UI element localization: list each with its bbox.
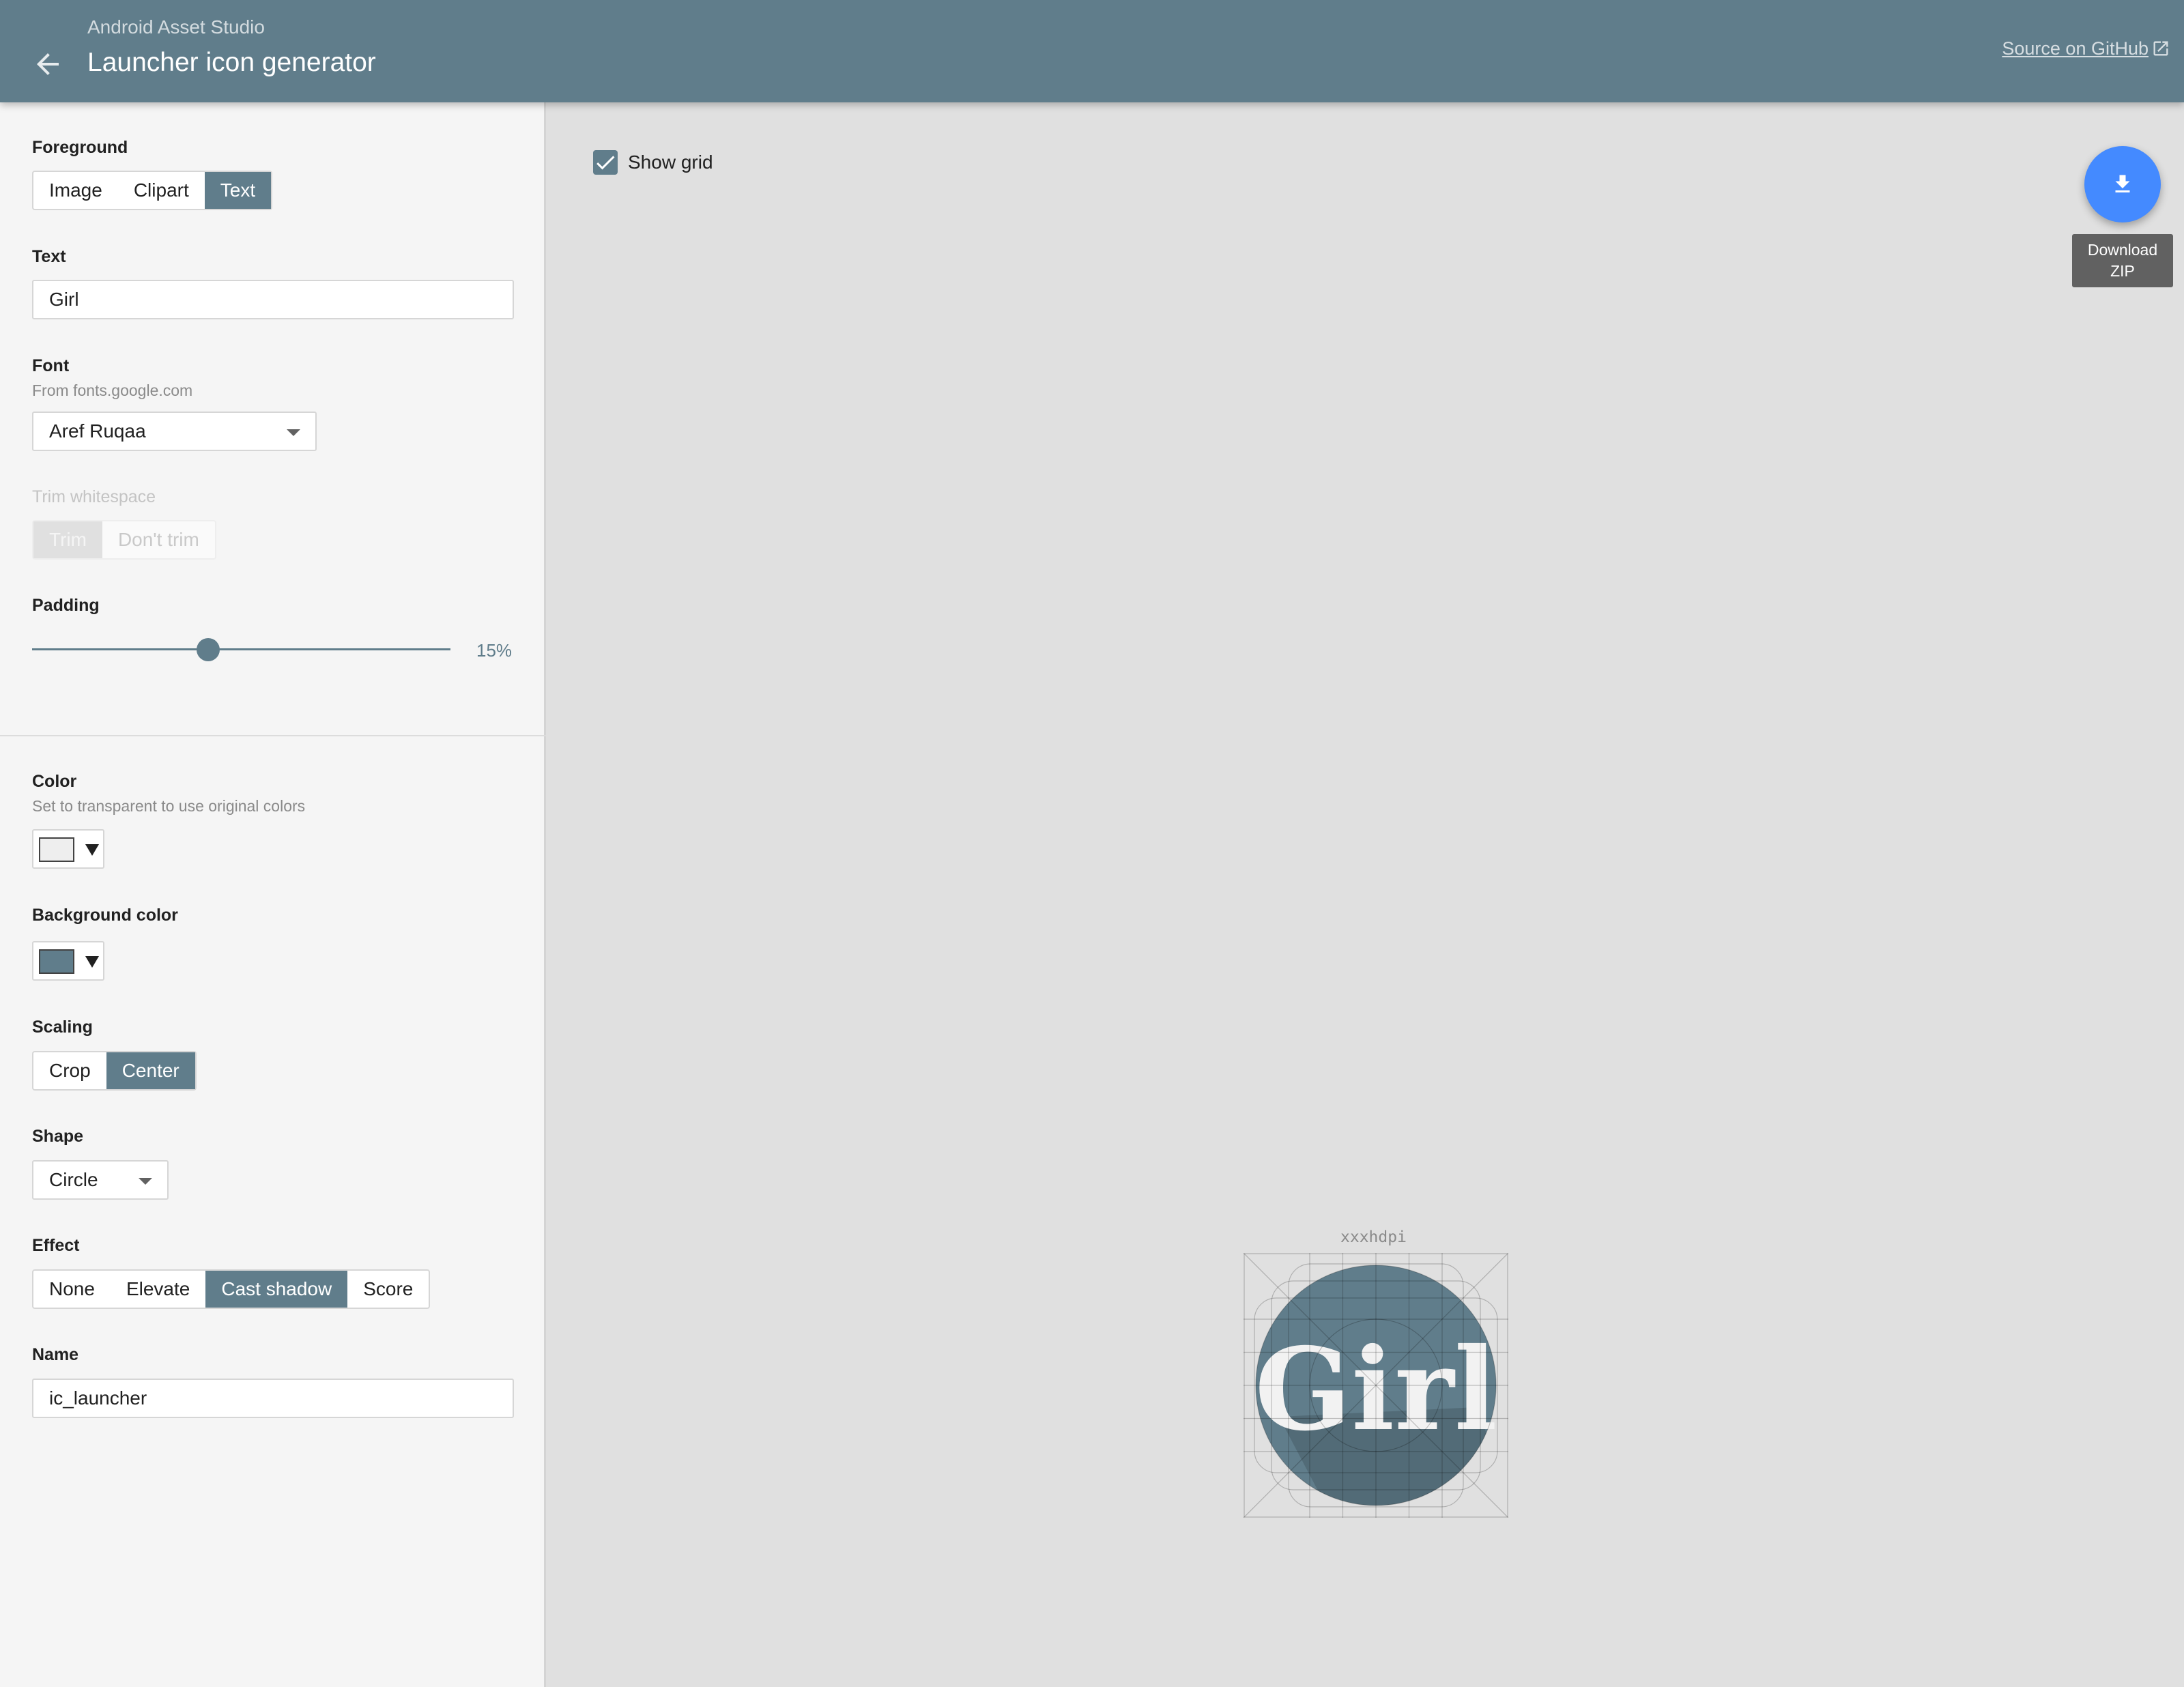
color-picker-button[interactable] xyxy=(32,829,104,869)
check-icon xyxy=(597,156,615,170)
open-in-new-icon[interactable] xyxy=(2151,39,2170,58)
padding-value: 15% xyxy=(476,640,513,661)
font-select[interactable]: Aref Ruqaa xyxy=(32,412,317,451)
trim-option-trim: Trim xyxy=(33,521,102,558)
padding-slider-track[interactable] xyxy=(32,648,450,650)
dropdown-caret-icon xyxy=(287,429,300,436)
color-label: Color xyxy=(32,772,77,791)
scaling-option-crop[interactable]: Crop xyxy=(33,1052,106,1089)
background-color-picker-button[interactable] xyxy=(32,941,104,981)
font-label: Font xyxy=(32,356,70,375)
foreground-option-clipart[interactable]: Clipart xyxy=(118,172,205,209)
scaling-label: Scaling xyxy=(32,1018,93,1037)
scaling-option-center[interactable]: Center xyxy=(106,1052,195,1089)
icon-preview: Girl xyxy=(1244,1253,1508,1518)
effect-option-score[interactable]: Score xyxy=(347,1271,429,1308)
options-sidebar: Foreground Image Clipart Text Text Girl … xyxy=(0,102,546,1687)
page-title: Launcher icon generator xyxy=(87,48,376,77)
padding-slider-thumb[interactable] xyxy=(197,638,220,661)
back-arrow-icon[interactable] xyxy=(31,48,64,81)
background-color-swatch xyxy=(39,949,74,974)
density-label: xxxhdpi xyxy=(1340,1228,1407,1246)
scaling-toggle: Crop Center xyxy=(32,1051,197,1091)
shape-select-value: Circle xyxy=(49,1169,98,1190)
effect-toggle: None Elevate Cast shadow Score xyxy=(32,1269,431,1309)
app-subtitle: Android Asset Studio xyxy=(87,16,265,38)
keyline-grid xyxy=(1244,1253,1508,1518)
foreground-label: Foreground xyxy=(32,138,128,157)
github-source-link[interactable]: Source on GitHub xyxy=(2002,38,2149,59)
dropdown-caret-icon xyxy=(139,1178,152,1185)
foreground-toggle: Image Clipart Text xyxy=(32,171,273,210)
download-tooltip-line1: Download xyxy=(2087,241,2158,259)
trim-toggle: Trim Don't trim xyxy=(32,520,216,560)
shape-select[interactable]: Circle xyxy=(32,1160,169,1200)
foreground-option-text[interactable]: Text xyxy=(204,172,272,209)
download-zip-button[interactable] xyxy=(2084,146,2161,222)
effect-label: Effect xyxy=(32,1236,80,1255)
section-divider xyxy=(0,735,546,736)
effect-option-none[interactable]: None xyxy=(33,1271,111,1308)
dropdown-triangle-icon xyxy=(85,844,99,856)
text-label: Text xyxy=(32,247,66,266)
shape-label: Shape xyxy=(32,1127,84,1146)
download-icon xyxy=(2115,175,2130,192)
app-header: Android Asset Studio Launcher icon gener… xyxy=(0,0,2184,102)
name-label: Name xyxy=(32,1345,79,1364)
background-color-label: Background color xyxy=(32,906,178,925)
padding-label: Padding xyxy=(32,596,100,615)
effect-option-elevate[interactable]: Elevate xyxy=(111,1271,205,1308)
show-grid-checkbox[interactable] xyxy=(593,150,618,175)
download-tooltip-line2: ZIP xyxy=(2110,262,2135,280)
font-hint: From fonts.google.com xyxy=(32,381,193,399)
trim-whitespace-label: Trim whitespace xyxy=(32,487,156,506)
show-grid-label: Show grid xyxy=(628,152,713,173)
dropdown-triangle-icon xyxy=(85,956,99,968)
color-hint: Set to transparent to use original color… xyxy=(32,797,306,815)
text-input[interactable]: Girl xyxy=(32,280,514,319)
name-input[interactable]: ic_launcher xyxy=(32,1379,514,1418)
foreground-option-image[interactable]: Image xyxy=(33,172,118,209)
effect-option-cast-shadow[interactable]: Cast shadow xyxy=(205,1271,348,1308)
color-swatch xyxy=(39,837,74,862)
trim-option-dont-trim: Don't trim xyxy=(117,529,199,550)
download-tooltip: Download ZIP xyxy=(2072,234,2173,287)
font-select-value: Aref Ruqaa xyxy=(49,420,146,442)
